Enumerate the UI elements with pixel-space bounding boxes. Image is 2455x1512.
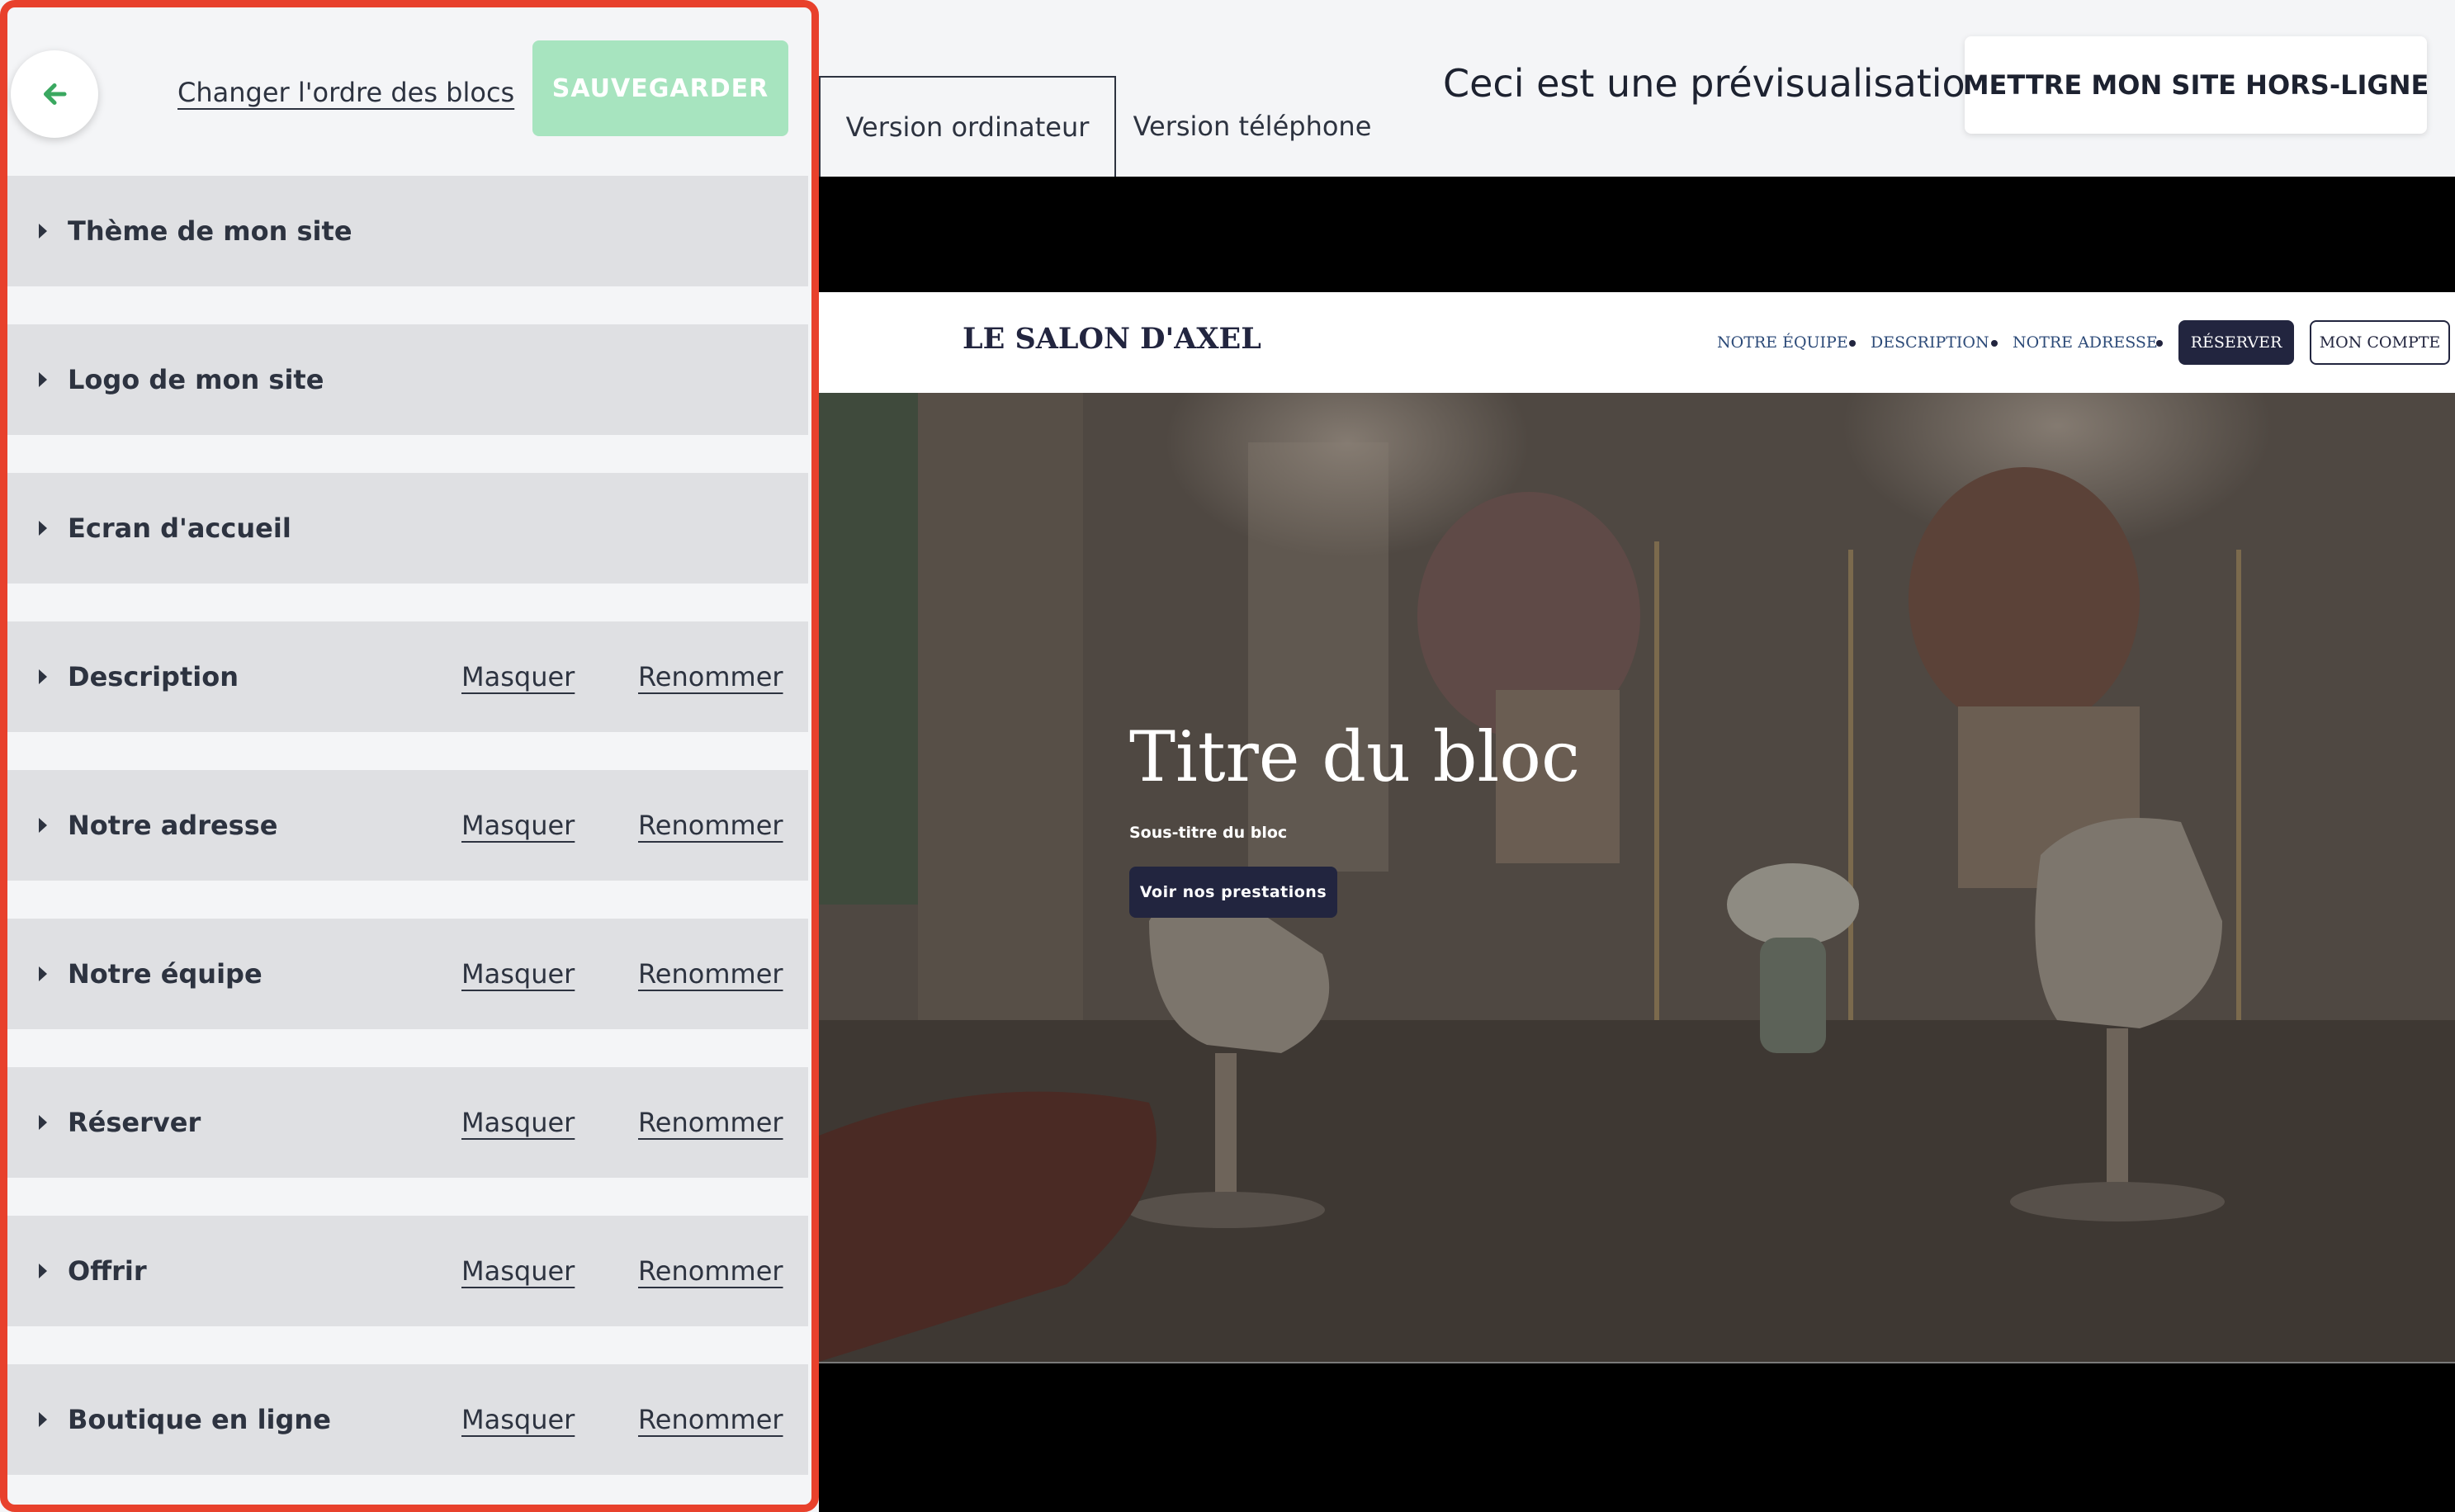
rename-link[interactable]: Renommer xyxy=(638,958,783,990)
nav-account-button[interactable]: MON COMPTE xyxy=(2310,320,2450,365)
back-button[interactable] xyxy=(11,50,98,138)
site-logo[interactable]: LE SALON D'AXEL xyxy=(963,322,1261,356)
block-title: Réserver xyxy=(68,1107,201,1138)
block-title: Thème de mon site xyxy=(68,215,352,247)
hide-link[interactable]: Masquer xyxy=(461,1404,575,1435)
block-theme[interactable]: Thème de mon site xyxy=(7,176,808,286)
block-home-screen[interactable]: Ecran d'accueil xyxy=(7,473,808,584)
nav-separator xyxy=(1849,340,1856,347)
nav-separator xyxy=(2156,340,2163,347)
reorder-blocks-link[interactable]: Changer l'ordre des blocs xyxy=(177,77,514,108)
block-description[interactable]: Description Masquer Renommer xyxy=(7,621,808,732)
preview-label: Ceci est une prévisualisation xyxy=(1443,61,1989,106)
block-title: Ecran d'accueil xyxy=(68,513,291,544)
site-preview: LE SALON D'AXEL NOTRE ÉQUIPE DESCRIPTION… xyxy=(819,177,2455,1512)
save-button[interactable]: SAUVEGARDER xyxy=(532,40,788,136)
caret-right-icon xyxy=(39,1264,47,1278)
hide-link[interactable]: Masquer xyxy=(461,1255,575,1287)
nav-link-team[interactable]: NOTRE ÉQUIPE xyxy=(1717,333,1848,352)
block-gift[interactable]: Offrir Masquer Renommer xyxy=(7,1216,808,1326)
block-online-shop[interactable]: Boutique en ligne Masquer Renommer xyxy=(7,1364,808,1475)
block-address[interactable]: Notre adresse Masquer Renommer xyxy=(7,770,808,881)
caret-right-icon xyxy=(39,224,47,239)
caret-right-icon xyxy=(39,521,47,536)
editor-panel: Changer l'ordre des blocs SAUVEGARDER Th… xyxy=(0,0,819,1512)
caret-right-icon xyxy=(39,1412,47,1427)
panel-toolbar: Changer l'ordre des blocs SAUVEGARDER xyxy=(7,7,811,172)
divider xyxy=(819,1362,2455,1363)
block-team[interactable]: Notre équipe Masquer Renommer xyxy=(7,919,808,1029)
hide-link[interactable]: Masquer xyxy=(461,661,575,692)
preview-toolbar: Version ordinateur Version téléphone Cec… xyxy=(819,0,2455,177)
block-title: Offrir xyxy=(68,1255,147,1287)
rename-link[interactable]: Renommer xyxy=(638,1107,783,1138)
rename-link[interactable]: Renommer xyxy=(638,661,783,692)
caret-right-icon xyxy=(39,1115,47,1130)
take-site-offline-button[interactable]: METTRE MON SITE HORS-LIGNE xyxy=(1963,36,2429,134)
view-services-button[interactable]: Voir nos prestations xyxy=(1129,867,1337,918)
block-title: Description xyxy=(68,661,239,692)
hide-link[interactable]: Masquer xyxy=(461,810,575,841)
hero-title: Titre du bloc xyxy=(1129,716,1581,797)
hero-section: Titre du bloc Sous-titre du bloc Voir no… xyxy=(819,393,2455,1362)
caret-right-icon xyxy=(39,669,47,684)
rename-link[interactable]: Renommer xyxy=(638,1404,783,1435)
hide-link[interactable]: Masquer xyxy=(461,958,575,990)
site-navbar: LE SALON D'AXEL NOTRE ÉQUIPE DESCRIPTION… xyxy=(819,292,2455,393)
block-title: Notre équipe xyxy=(68,958,263,990)
rename-link[interactable]: Renommer xyxy=(638,810,783,841)
block-title: Logo de mon site xyxy=(68,364,324,395)
caret-right-icon xyxy=(39,372,47,387)
tab-mobile[interactable]: Version téléphone xyxy=(1116,76,1388,177)
caret-right-icon xyxy=(39,966,47,981)
block-title: Boutique en ligne xyxy=(68,1404,331,1435)
arrow-left-icon xyxy=(43,83,67,106)
block-title: Notre adresse xyxy=(68,810,278,841)
hero-background-image xyxy=(819,393,2455,1362)
block-reserve[interactable]: Réserver Masquer Renommer xyxy=(7,1067,808,1178)
nav-reserve-button[interactable]: RÉSERVER xyxy=(2178,320,2294,365)
hero-subtitle: Sous-titre du bloc xyxy=(1129,824,1288,842)
nav-link-address[interactable]: NOTRE ADRESSE xyxy=(2013,333,2158,352)
block-logo[interactable]: Logo de mon site xyxy=(7,324,808,435)
rename-link[interactable]: Renommer xyxy=(638,1255,783,1287)
nav-separator xyxy=(1991,340,1998,347)
tab-desktop[interactable]: Version ordinateur xyxy=(819,76,1116,177)
nav-link-description[interactable]: DESCRIPTION xyxy=(1871,333,1989,352)
hide-link[interactable]: Masquer xyxy=(461,1107,575,1138)
caret-right-icon xyxy=(39,818,47,833)
